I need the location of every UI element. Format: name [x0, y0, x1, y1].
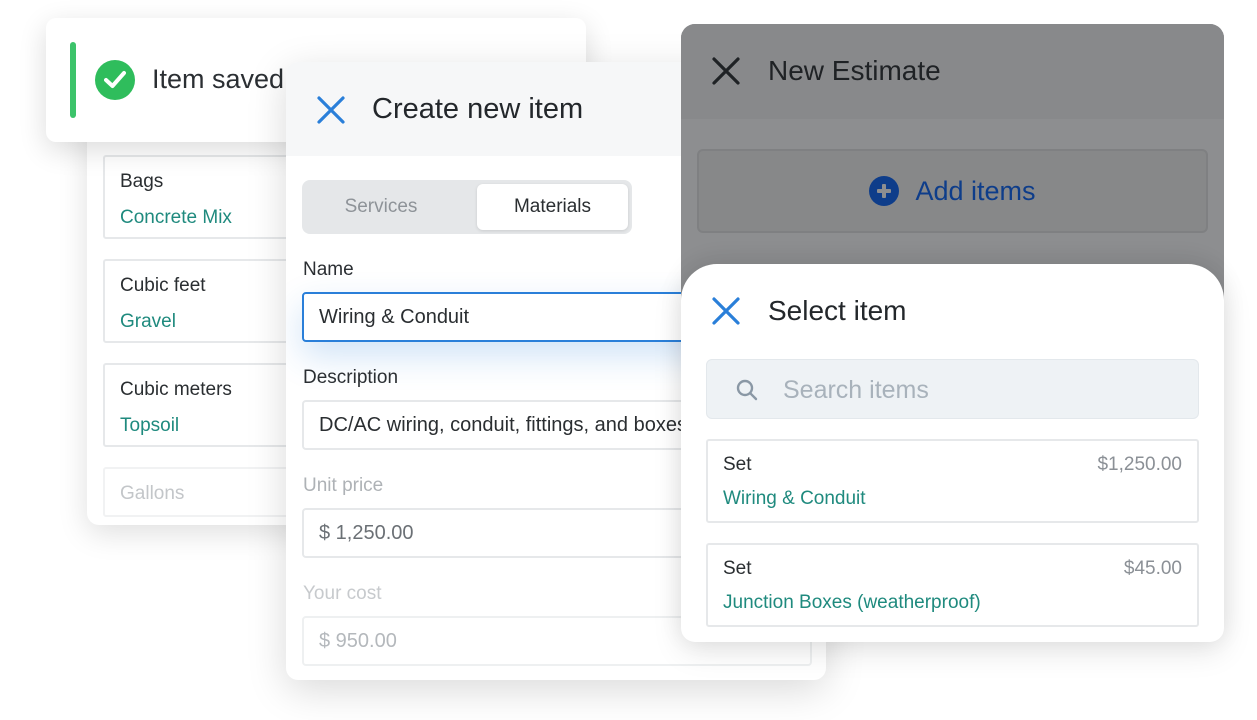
item-unit: Set: [723, 454, 752, 475]
search-input[interactable]: [783, 374, 1183, 406]
tab-materials[interactable]: Materials: [477, 184, 628, 230]
close-icon[interactable]: [711, 56, 741, 86]
search-icon: [735, 378, 759, 402]
item-price: $1,250.00: [1097, 454, 1182, 475]
item-list-row[interactable]: Set $1,250.00 Wiring & Conduit: [706, 439, 1199, 523]
search-box[interactable]: [706, 359, 1199, 419]
toast-message: Item saved: [152, 64, 285, 94]
item-list-row[interactable]: Set $45.00 Junction Boxes (weatherproof): [706, 543, 1199, 627]
sheet-title: Select item: [768, 295, 907, 326]
name-label: Name: [303, 259, 354, 280]
estimate-title: New Estimate: [768, 55, 941, 86]
your-cost-label: Your cost: [303, 583, 382, 604]
item-price: $45.00: [1123, 558, 1182, 579]
plus-circle-icon: [869, 176, 900, 206]
estimate-header: New Estimate: [681, 24, 1224, 119]
item-name: Wiring & Conduit: [723, 488, 866, 509]
select-item-sheet: Select item Set $1,250.00 Wiring & Condu…: [681, 264, 1224, 642]
modal-title: Create new item: [372, 93, 584, 125]
close-icon[interactable]: [711, 296, 741, 326]
check-circle-icon: [95, 60, 135, 100]
close-icon[interactable]: [316, 95, 346, 125]
unit-price-label: Unit price: [303, 475, 384, 496]
item-name: Junction Boxes (weatherproof): [723, 592, 981, 613]
type-segmented-control: Services Materials: [302, 180, 632, 234]
item-unit: Set: [723, 558, 752, 579]
tab-services[interactable]: Services: [306, 184, 456, 230]
add-items-label: Add items: [915, 175, 1036, 206]
description-label: Description: [303, 367, 399, 388]
add-items-button[interactable]: Add items: [697, 149, 1208, 233]
toast-accent-bar: [70, 42, 76, 118]
